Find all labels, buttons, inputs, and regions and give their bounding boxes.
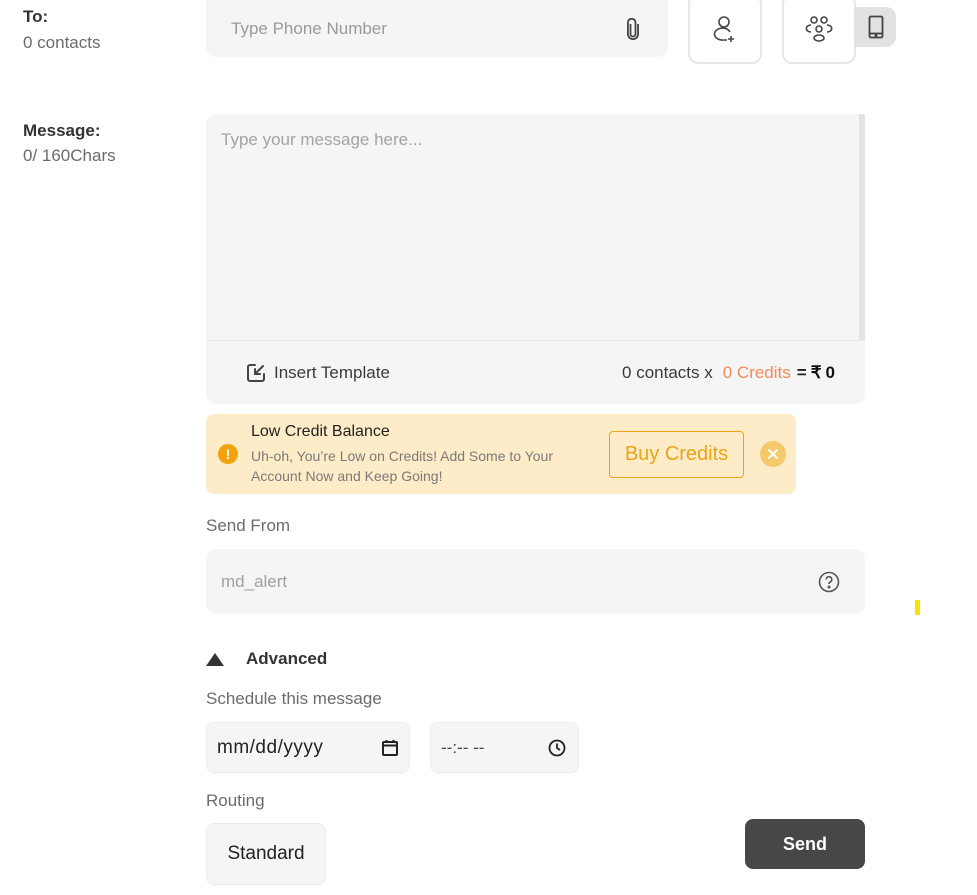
help-icon[interactable] [818, 571, 840, 593]
advanced-toggle[interactable]: Advanced [206, 649, 327, 669]
banner-description: Uh-oh, You’re Low on Credits! Add Some t… [251, 447, 553, 484]
cost-contacts: 0 contacts x [622, 362, 713, 382]
cost-currency: ₹ [810, 362, 822, 382]
buy-credits-button[interactable]: Buy Credits [609, 430, 744, 478]
close-icon [768, 449, 778, 459]
message-footer: Insert Template 0 contacts x 0 Credits =… [206, 341, 865, 404]
mobile-toggle-button[interactable] [855, 7, 896, 47]
contact-groups-button[interactable] [782, 0, 856, 64]
send-from-label: Send From [206, 516, 291, 535]
schedule-date-input[interactable]: mm/dd/yyyy [206, 722, 410, 773]
warning-icon: ! [218, 444, 238, 464]
insert-template-label: Insert Template [274, 362, 390, 382]
cost-amount: 0 [825, 362, 835, 382]
to-label: To: [23, 7, 49, 26]
add-contact-icon [713, 16, 734, 42]
low-credit-banner: ! Low Credit Balance Uh-oh, You’re Low o… [206, 414, 796, 494]
banner-title: Low Credit Balance [251, 422, 390, 440]
schedule-time-input[interactable]: --:-- -- [430, 722, 579, 773]
message-label: Message: [23, 121, 101, 140]
char-count: 0/ 160Chars [23, 146, 116, 165]
phone-number-input[interactable]: Type Phone Number [206, 0, 668, 57]
phone-number-placeholder: Type Phone Number [231, 18, 387, 38]
group-icon [805, 16, 833, 42]
routing-select[interactable]: Standard [206, 823, 326, 885]
cost-credits: 0 Credits [722, 362, 791, 382]
cost-summary: 0 contacts x 0 Credits = ₹ 0 [622, 363, 835, 383]
message-placeholder: Type your message here... [221, 130, 423, 149]
time-placeholder: --:-- -- [441, 737, 485, 757]
mobile-phone-icon [868, 15, 883, 39]
insert-template-icon [247, 363, 265, 382]
contacts-count: 0 contacts [23, 33, 101, 52]
message-box: Type your message here... Insert Templat… [206, 114, 865, 404]
collapse-triangle-icon [206, 652, 224, 666]
message-scrollbar[interactable] [859, 114, 865, 340]
paperclip-icon[interactable] [623, 17, 643, 41]
send-from-value: md_alert [221, 571, 288, 591]
close-banner-button[interactable] [760, 441, 786, 467]
clock-icon[interactable] [548, 739, 566, 757]
status-indicator [915, 600, 920, 615]
cost-equals: = [796, 362, 807, 382]
routing-label: Routing [206, 791, 265, 810]
schedule-label: Schedule this message [206, 689, 382, 708]
insert-template-button[interactable]: Insert Template [246, 363, 390, 383]
add-contact-button[interactable] [688, 0, 762, 64]
advanced-label: Advanced [246, 649, 328, 668]
send-button[interactable]: Send [745, 819, 865, 869]
calendar-icon[interactable] [381, 739, 399, 757]
date-placeholder: mm/dd/yyyy [217, 736, 324, 758]
message-textarea[interactable]: Type your message here... [206, 114, 859, 340]
send-from-input[interactable]: md_alert [206, 549, 865, 614]
